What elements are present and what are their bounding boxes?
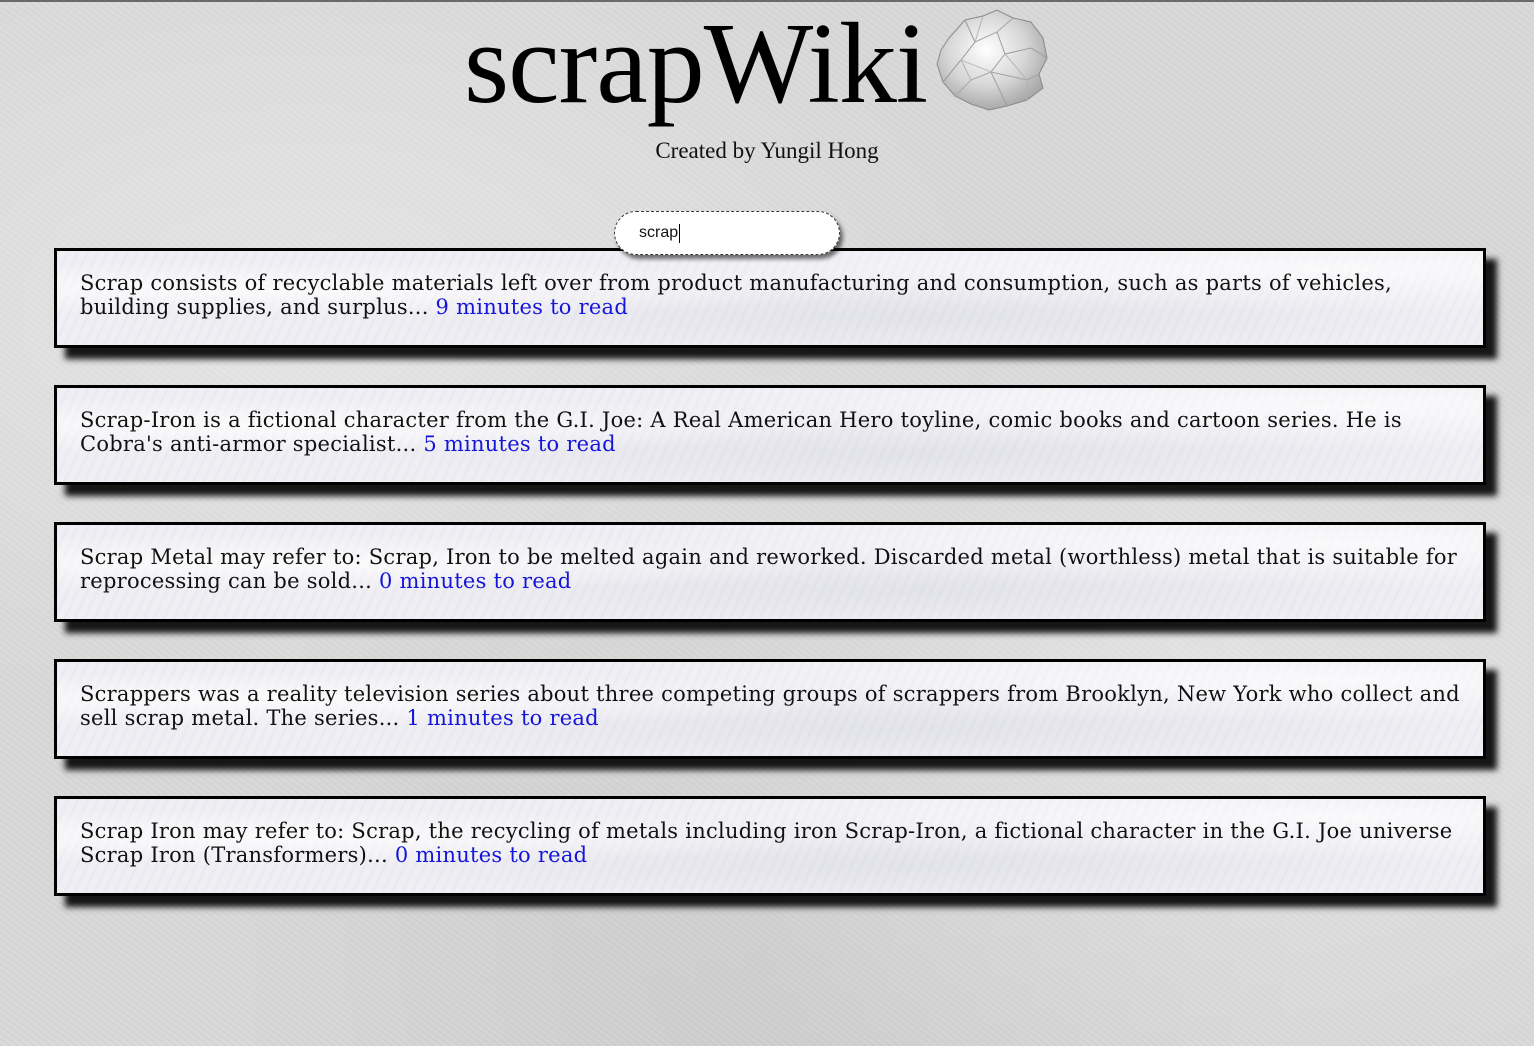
result-snippet: Scrap consists of recyclable materials l…	[80, 271, 1392, 319]
read-time-link[interactable]: 1 minutes to read	[406, 706, 598, 730]
title-wrap: scrapWiki	[464, 6, 1051, 126]
crumpled-paper-icon	[936, 9, 1048, 111]
search-box[interactable]: scrap	[614, 211, 840, 255]
read-time-link[interactable]: 5 minutes to read	[423, 432, 615, 456]
result-card[interactable]: Scrap Iron may refer to: Scrap, the recy…	[54, 796, 1486, 896]
result-card[interactable]: Scrap consists of recyclable materials l…	[54, 248, 1486, 348]
read-time-link[interactable]: 0 minutes to read	[395, 843, 587, 867]
site-title[interactable]: scrapWiki	[464, 6, 928, 122]
result-snippet: Scrap Metal may refer to: Scrap, Iron to…	[80, 545, 1458, 593]
read-time-link[interactable]: 0 minutes to read	[379, 569, 571, 593]
result-snippet: Scrap Iron may refer to: Scrap, the recy…	[80, 819, 1453, 867]
author-credit: Created by Yungil Hong	[655, 138, 879, 163]
result-card[interactable]: Scrap-Iron is a fictional character from…	[54, 385, 1486, 485]
search-input[interactable]: scrap	[639, 223, 681, 243]
search-results: Scrap consists of recyclable materials l…	[54, 248, 1486, 933]
result-snippet: Scrappers was a reality television serie…	[80, 682, 1460, 730]
page-header: scrapWiki Created by Yungil Hong	[0, 0, 1534, 175]
result-card[interactable]: Scrap Metal may refer to: Scrap, Iron to…	[54, 522, 1486, 622]
read-time-link[interactable]: 9 minutes to read	[436, 295, 628, 319]
result-card[interactable]: Scrappers was a reality television serie…	[54, 659, 1486, 759]
result-snippet: Scrap-Iron is a fictional character from…	[80, 408, 1402, 456]
text-caret	[679, 223, 681, 243]
search-input-value: scrap	[639, 224, 679, 241]
